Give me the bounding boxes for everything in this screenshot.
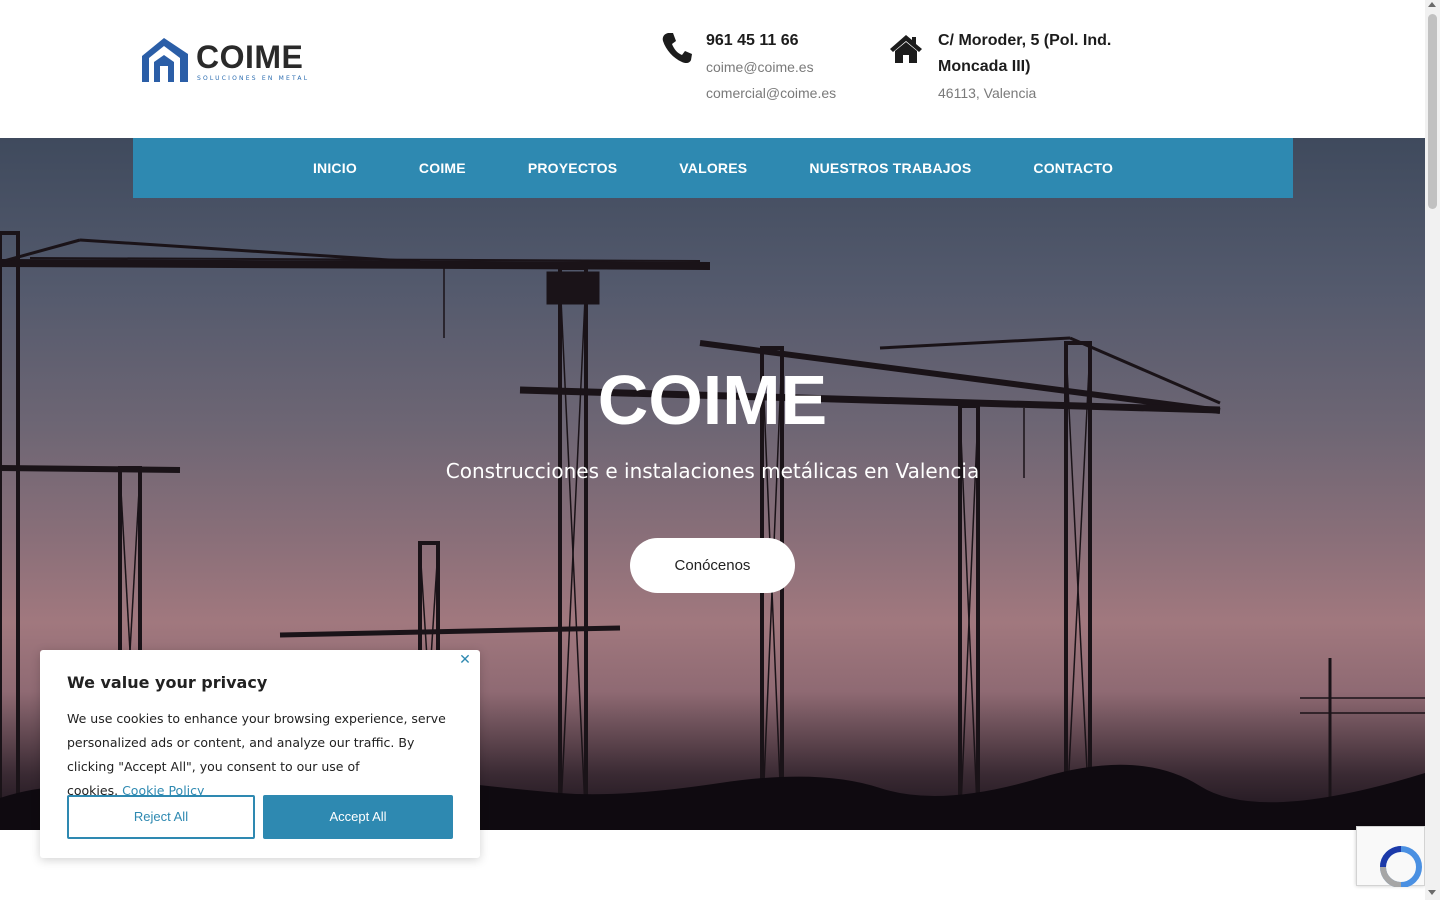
address-line-1: C/ Moroder, 5 (Pol. Ind. [938,32,1112,49]
phone-contact: 961 45 11 66 coime@coime.es comercial@co… [662,30,862,114]
scroll-thumb[interactable] [1428,14,1437,209]
recaptcha-icon [1380,846,1422,888]
logo-tagline: Soluciones en metal [197,75,310,82]
address-contact: C/ Moroder, 5 (Pol. Ind. Moncada III) 46… [889,30,1149,114]
cookie-description: We use cookies to enhance your browsing … [67,707,457,803]
address-line-2: Moncada III) [938,58,1031,75]
nav-item-inicio[interactable]: INICIO [282,138,388,198]
page-scrollbar[interactable] [1425,0,1440,900]
accept-all-button[interactable]: Accept All [263,795,453,839]
cookie-title: We value your privacy [67,673,268,692]
hero-title: COIME [597,361,828,439]
email-link[interactable]: coime@coime.es [706,54,836,80]
address-line-3: 46113, Valencia [938,85,1037,101]
phone-number[interactable]: 961 45 11 66 [706,28,836,54]
site-logo[interactable]: COIME Soluciones en metal [140,36,307,86]
reject-all-button[interactable]: Reject All [67,795,255,839]
main-nav: INICIO COIME PROYECTOS VALORES NUESTROS … [133,138,1293,198]
nav-item-proyectos[interactable]: PROYECTOS [497,138,648,198]
conocenos-button[interactable]: Conócenos [630,538,795,593]
scroll-down-arrow-icon[interactable] [1428,890,1436,895]
site-header: COIME Soluciones en metal 961 45 11 66 c… [0,0,1425,138]
cookie-consent-banner: ✕ We value your privacy We use cookies t… [40,650,480,858]
nav-item-coime[interactable]: COIME [388,138,497,198]
nav-item-contacto[interactable]: CONTACTO [1002,138,1144,198]
nav-item-valores[interactable]: VALORES [648,138,778,198]
phone-icon [662,33,692,64]
hero-subtitle: Construcciones e instalaciones metálicas… [445,459,980,483]
nav-item-nuestros-trabajos[interactable]: NUESTROS TRABAJOS [778,138,1002,198]
commercial-email-link[interactable]: comercial@coime.es [706,80,836,106]
scroll-up-arrow-icon[interactable] [1428,2,1436,7]
close-icon[interactable]: ✕ [458,652,472,666]
logo-wordmark: COIME [196,39,304,75]
house-logo-icon [142,38,188,82]
home-icon [890,35,922,63]
recaptcha-badge[interactable] [1356,826,1425,888]
